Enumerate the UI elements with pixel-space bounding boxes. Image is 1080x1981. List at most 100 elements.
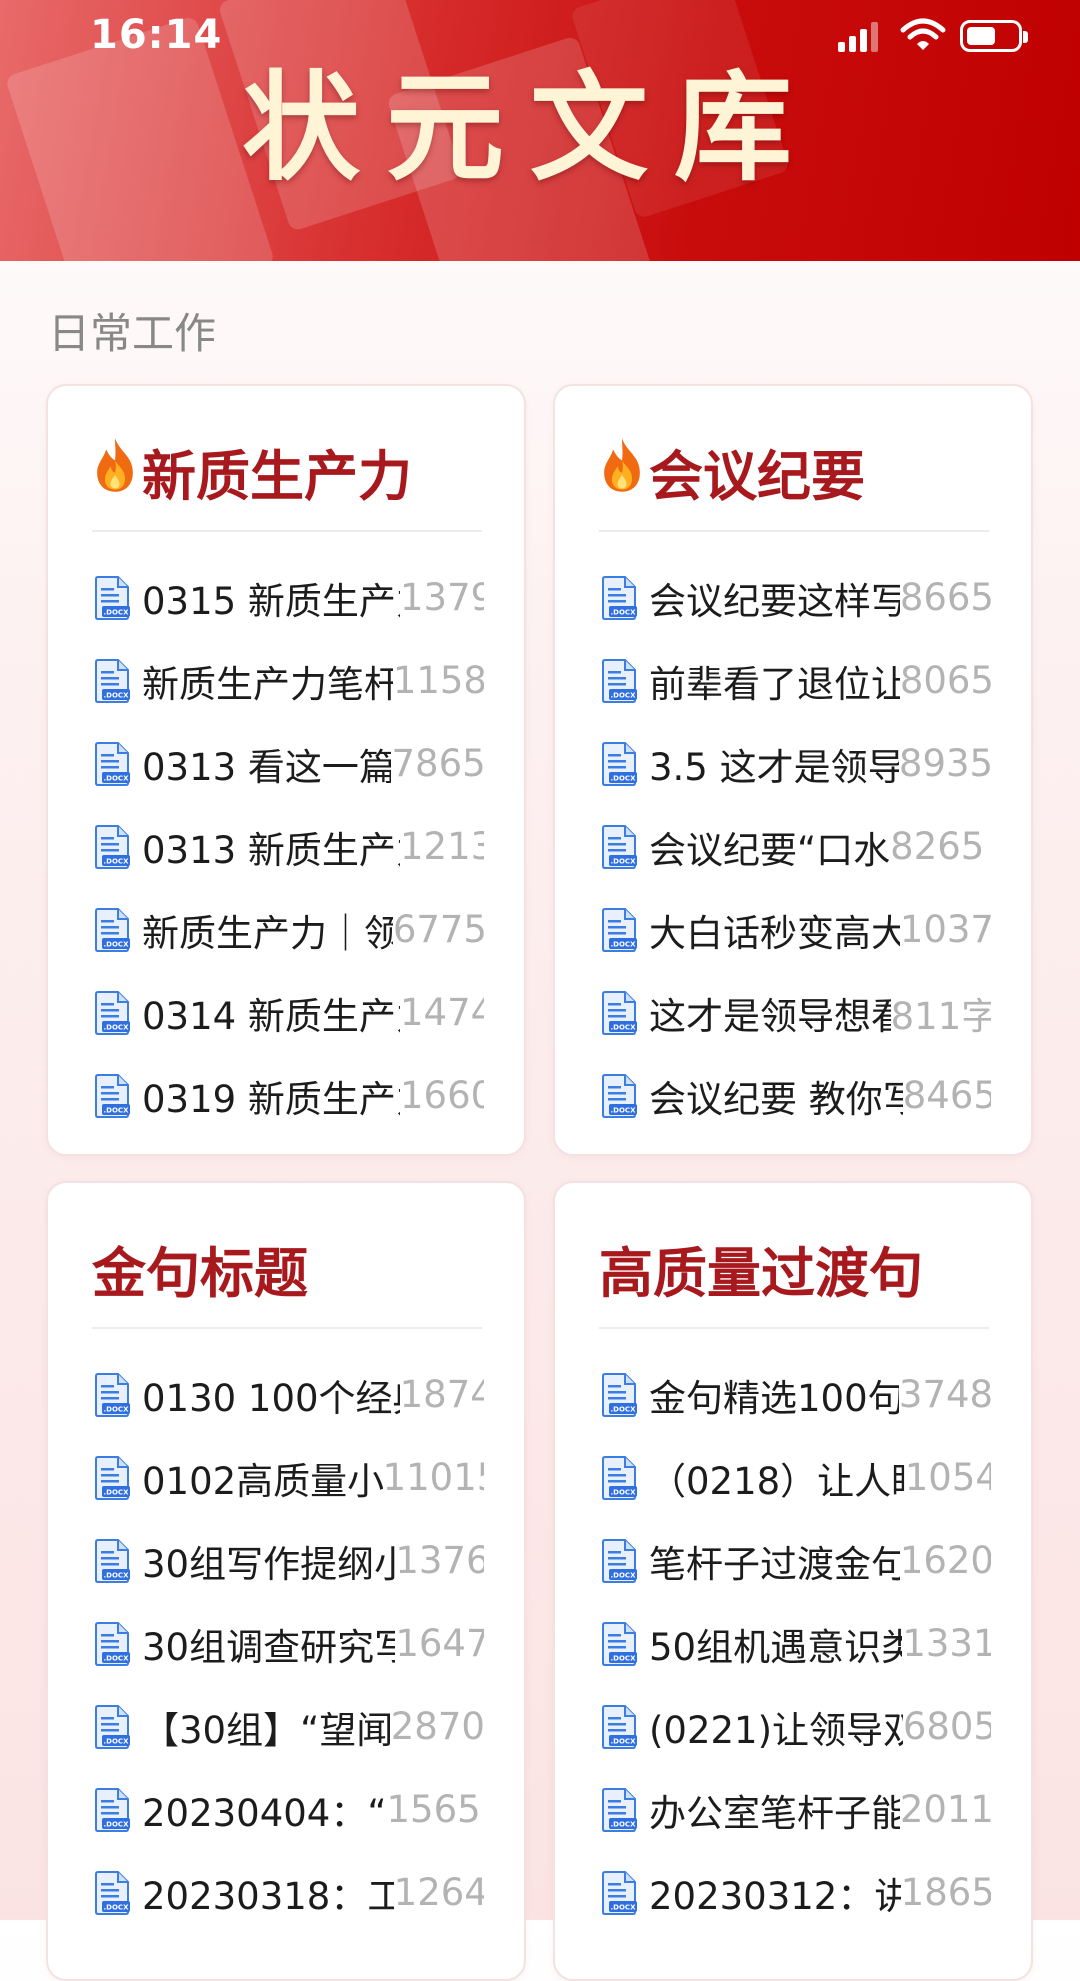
- document-item[interactable]: .DOCX 金句精选100句 3748: [599, 1353, 991, 1436]
- document-title: （0218）让人眼: [649, 1459, 905, 1503]
- docx-file-icon: .DOCX: [599, 658, 639, 704]
- document-count: 8665: [899, 576, 991, 619]
- document-item[interactable]: .DOCX 这才是领导想看 811字: [599, 971, 991, 1054]
- document-title: 新质生产力｜领: [142, 911, 393, 955]
- category-card[interactable]: 高质量过渡句 .DOCX 金句精选100句 3748 .DOCX （0218）让人眼 105…: [553, 1181, 1033, 1981]
- document-count: 1474: [400, 991, 484, 1034]
- svg-text:.DOCX: .DOCX: [104, 857, 130, 865]
- docx-file-icon: .DOCX: [599, 1372, 639, 1418]
- docx-file-icon: .DOCX: [599, 1787, 639, 1833]
- card-title: 金句标题: [92, 1241, 308, 1305]
- card-header[interactable]: 会议纪要: [599, 436, 865, 508]
- document-count: 811字: [890, 994, 991, 1038]
- document-count: 1264: [393, 1871, 484, 1914]
- document-item[interactable]: .DOCX 20230404：“ 1565: [92, 1768, 484, 1851]
- category-card[interactable]: 新质生产力 .DOCX 0315 新质生产力1379 .DOCX 新质生产力笔杆1158…: [46, 384, 526, 1156]
- document-item[interactable]: .DOCX 新质生产力｜领 6775: [92, 888, 484, 971]
- docx-file-icon: .DOCX: [92, 658, 132, 704]
- document-item[interactable]: .DOCX 0315 新质生产力1379: [92, 556, 484, 639]
- docx-file-icon: .DOCX: [92, 1621, 132, 1667]
- divider: [599, 530, 989, 532]
- document-count: 2870: [390, 1705, 484, 1748]
- fire-icon: [92, 436, 138, 507]
- document-count: 6775: [392, 908, 484, 951]
- document-item[interactable]: .DOCX 50组机遇意识类 1331: [599, 1602, 991, 1685]
- document-item[interactable]: .DOCX 3.5 这才是领导 8935: [599, 722, 991, 805]
- svg-text:.DOCX: .DOCX: [104, 1571, 130, 1579]
- document-item[interactable]: .DOCX 0314 新质生产力1474: [92, 971, 484, 1054]
- docx-file-icon: .DOCX: [599, 1455, 639, 1501]
- document-item[interactable]: .DOCX 新质生产力笔杆 1158: [92, 639, 484, 722]
- card-header[interactable]: 金句标题: [92, 1233, 308, 1305]
- document-count: 1376: [395, 1539, 484, 1582]
- document-item[interactable]: .DOCX 30组调查研究写 1647: [92, 1602, 484, 1685]
- document-item[interactable]: .DOCX 20230318：工 1264: [92, 1851, 484, 1934]
- document-count: 1565: [386, 1788, 481, 1831]
- document-count: 1213: [400, 825, 484, 868]
- category-card[interactable]: 会议纪要 .DOCX 会议纪要这样写 8665 .DOCX 前辈看了退位让 8065 .DOC…: [553, 384, 1033, 1156]
- document-count: 8065: [899, 659, 991, 702]
- docx-file-icon: .DOCX: [599, 824, 639, 870]
- document-title: 这才是领导想看: [649, 994, 891, 1038]
- document-item[interactable]: .DOCX 【30组】“望闻 2870: [92, 1685, 484, 1768]
- document-item[interactable]: .DOCX 0130 100个经典1874: [92, 1353, 484, 1436]
- document-item[interactable]: .DOCX 办公室笔杆子能 2011: [599, 1768, 991, 1851]
- document-count: 1379: [400, 576, 484, 619]
- docx-file-icon: .DOCX: [92, 824, 132, 870]
- docx-file-icon: .DOCX: [92, 575, 132, 621]
- battery-icon: [960, 20, 1028, 52]
- svg-text:.DOCX: .DOCX: [611, 774, 637, 782]
- svg-text:.DOCX: .DOCX: [611, 608, 637, 616]
- document-title: 金句精选100句: [649, 1376, 899, 1420]
- document-count: 1331: [902, 1622, 991, 1665]
- document-item[interactable]: .DOCX 笔杆子过渡金句 1620: [599, 1519, 991, 1602]
- document-item[interactable]: .DOCX （0218）让人眼 1054: [599, 1436, 991, 1519]
- document-count: 8465: [902, 1074, 991, 1117]
- document-title: 20230318：工: [142, 1874, 394, 1918]
- svg-text:.DOCX: .DOCX: [104, 1488, 130, 1496]
- divider: [92, 530, 482, 532]
- document-item[interactable]: .DOCX 30组写作提纲小 1376: [92, 1519, 484, 1602]
- document-item[interactable]: .DOCX 会议纪要这样写 8665: [599, 556, 991, 639]
- svg-text:.DOCX: .DOCX: [611, 1571, 637, 1579]
- document-count: 1054: [904, 1456, 991, 1499]
- document-item[interactable]: .DOCX 0102高质量小标11015: [92, 1436, 484, 1519]
- docx-file-icon: .DOCX: [92, 1704, 132, 1750]
- document-title: 0314 新质生产力: [142, 994, 400, 1038]
- document-count: 2011: [899, 1788, 991, 1831]
- svg-text:.DOCX: .DOCX: [611, 1405, 637, 1413]
- document-item[interactable]: .DOCX 0313 看这一篇 7865: [92, 722, 484, 805]
- docx-file-icon: .DOCX: [92, 1787, 132, 1833]
- document-title: 30组写作提纲小: [142, 1542, 396, 1586]
- document-title: 20230404：“: [142, 1791, 387, 1835]
- document-item[interactable]: .DOCX 前辈看了退位让 8065: [599, 639, 991, 722]
- document-item[interactable]: .DOCX (0221)让领导双 6805: [599, 1685, 991, 1768]
- document-item[interactable]: .DOCX 会议纪要“口水 8265: [599, 805, 991, 888]
- document-item[interactable]: .DOCX 会议纪要 教你写 8465: [599, 1054, 991, 1137]
- document-item[interactable]: .DOCX 20230312：讲 1865: [599, 1851, 991, 1934]
- docx-file-icon: .DOCX: [92, 907, 132, 953]
- document-title: 50组机遇意识类: [649, 1625, 903, 1669]
- document-item[interactable]: .DOCX 0319 新质生产力1660: [92, 1054, 484, 1137]
- document-title: 笔杆子过渡金句: [649, 1542, 900, 1586]
- category-card[interactable]: 金句标题 .DOCX 0130 100个经典1874 .DOCX 0102高质量小标11…: [46, 1181, 526, 1981]
- svg-text:.DOCX: .DOCX: [611, 1737, 637, 1745]
- docx-file-icon: .DOCX: [599, 990, 639, 1036]
- svg-text:.DOCX: .DOCX: [611, 1106, 637, 1114]
- document-item[interactable]: .DOCX 0313 新质生产力1213: [92, 805, 484, 888]
- divider: [599, 1327, 989, 1329]
- svg-text:.DOCX: .DOCX: [611, 691, 637, 699]
- document-count: 1158: [392, 659, 484, 702]
- card-header[interactable]: 新质生产力: [92, 436, 412, 508]
- document-item[interactable]: .DOCX 大白话秒变高大 1037: [599, 888, 991, 971]
- document-title: 0315 新质生产力: [142, 579, 400, 623]
- svg-text:.DOCX: .DOCX: [104, 691, 130, 699]
- document-title: 新质生产力笔杆: [142, 662, 393, 706]
- svg-text:.DOCX: .DOCX: [611, 940, 637, 948]
- document-count: 7865: [391, 742, 484, 785]
- docx-file-icon: .DOCX: [599, 575, 639, 621]
- svg-text:.DOCX: .DOCX: [104, 1903, 130, 1911]
- svg-text:.DOCX: .DOCX: [611, 1488, 637, 1496]
- card-header[interactable]: 高质量过渡句: [599, 1233, 923, 1305]
- document-title: 30组调查研究写: [142, 1625, 396, 1669]
